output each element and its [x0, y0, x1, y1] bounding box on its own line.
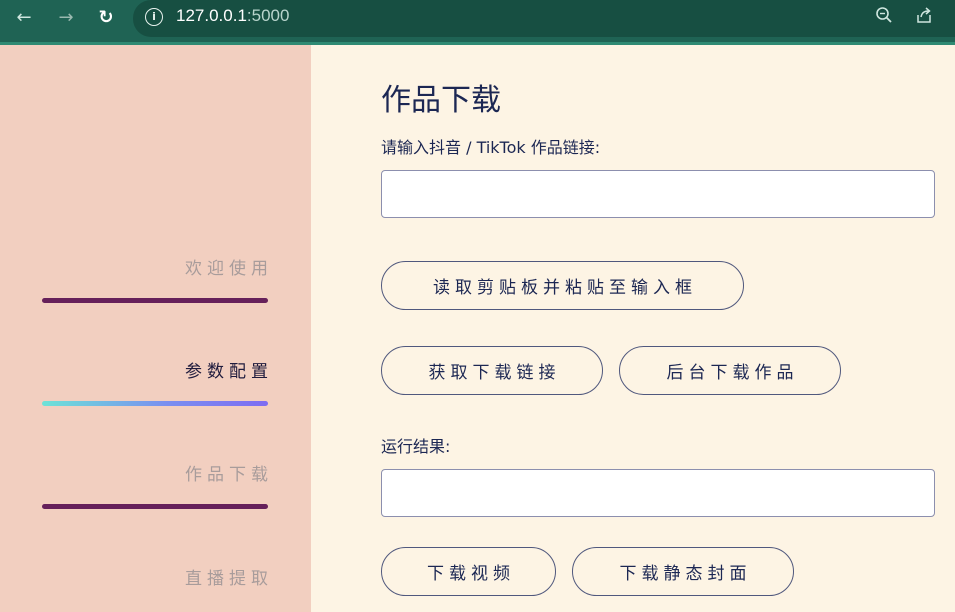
sidebar-item-underline	[42, 504, 268, 509]
get-download-link-button[interactable]: 获取下载链接	[381, 346, 603, 395]
sidebar-item-live[interactable]: 直播提取	[42, 567, 268, 591]
sidebar-item-settings[interactable]: 参数配置	[42, 360, 268, 406]
browser-toolbar: ← → ↻ i 127.0.0.1:5000	[0, 0, 955, 45]
main-content: 作品下载 请输入抖音 / TikTok 作品链接: 读取剪贴板并粘贴至输入框 获…	[311, 45, 955, 612]
url-host: 127.0.0.1	[176, 6, 247, 25]
sidebar-item-label: 作品下载	[185, 465, 273, 485]
info-icon[interactable]: i	[145, 8, 163, 26]
url-port: :5000	[246, 6, 290, 25]
result-label: 运行结果:	[381, 437, 451, 456]
sidebar-item-label: 欢迎使用	[185, 259, 273, 279]
address-bar-url[interactable]: 127.0.0.1:5000	[176, 6, 289, 26]
paste-clipboard-button[interactable]: 读取剪贴板并粘贴至输入框	[381, 261, 744, 310]
zoom-icon[interactable]	[873, 6, 895, 28]
share-icon[interactable]	[913, 6, 935, 28]
sidebar-item-label: 参数配置	[185, 362, 273, 382]
link-input-label: 请输入抖音 / TikTok 作品链接:	[381, 138, 601, 157]
background-download-button[interactable]: 后台下载作品	[619, 346, 841, 395]
sidebar-item-welcome[interactable]: 欢迎使用	[42, 257, 268, 303]
link-input[interactable]	[381, 170, 935, 218]
page-title: 作品下载	[381, 83, 501, 118]
forward-arrow-icon[interactable]: →	[55, 7, 77, 29]
download-video-button[interactable]: 下载视频	[381, 547, 556, 596]
sidebar-item-underline-active	[42, 401, 268, 406]
back-arrow-icon[interactable]: ←	[13, 7, 35, 29]
sidebar-item-underline	[42, 298, 268, 303]
sidebar: 欢迎使用 参数配置 作品下载 直播提取	[0, 45, 311, 612]
download-cover-button[interactable]: 下载静态封面	[572, 547, 794, 596]
reload-icon[interactable]: ↻	[95, 7, 117, 29]
sidebar-item-label: 直播提取	[185, 569, 273, 589]
result-output[interactable]	[381, 469, 935, 517]
sidebar-item-download[interactable]: 作品下载	[42, 463, 268, 509]
